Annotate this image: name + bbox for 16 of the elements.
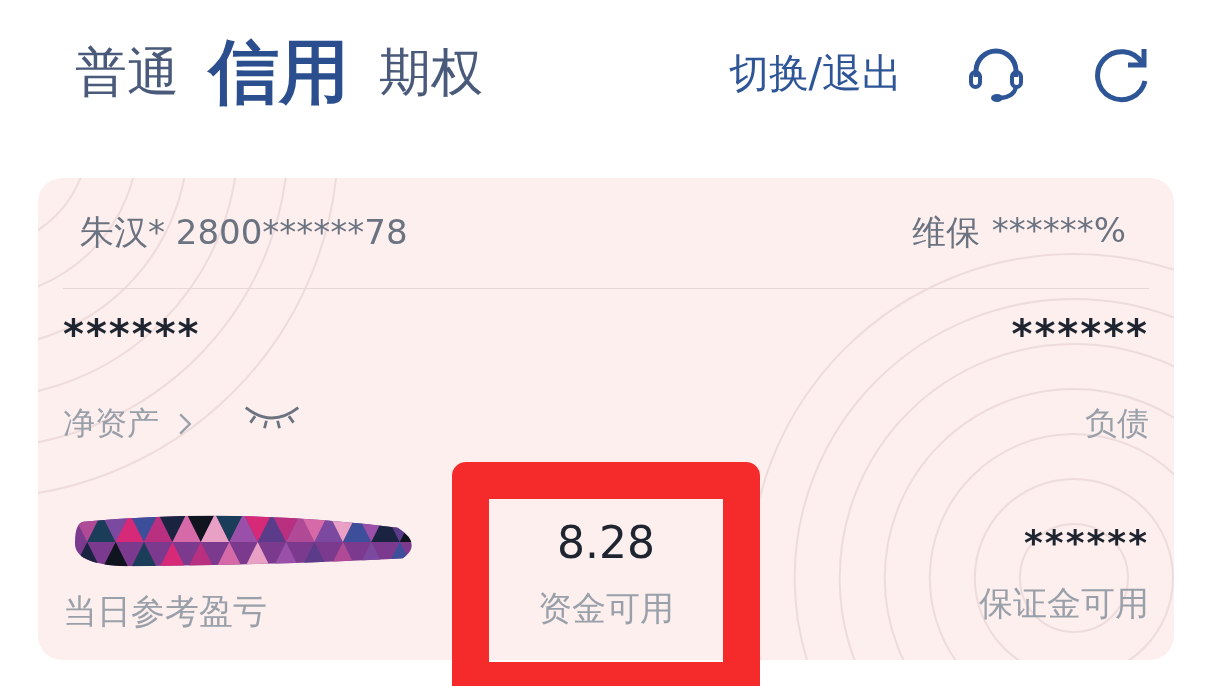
switch-logout-link[interactable]: 切换/退出 bbox=[728, 45, 902, 101]
stat-label: 资金可用 bbox=[538, 586, 674, 630]
account-number: 朱汉* 2800******78 bbox=[80, 211, 408, 254]
net-assets-value: ****** bbox=[63, 311, 201, 357]
liabilities-label: 负债 bbox=[1085, 403, 1149, 444]
stat-value: 8.28 bbox=[557, 516, 655, 568]
stat-value: ****** bbox=[1024, 521, 1149, 563]
account-type-tab[interactable]: 普通 bbox=[75, 38, 179, 108]
account-type-tab[interactable]: 期权 bbox=[379, 38, 483, 108]
account-type-tab[interactable]: 信用 bbox=[209, 26, 349, 120]
liabilities-value: ****** bbox=[1011, 311, 1149, 357]
maintenance-value: ******% bbox=[991, 210, 1126, 252]
stat-label: 保证金可用 bbox=[979, 581, 1149, 625]
maintenance-label: 维保 bbox=[911, 211, 980, 254]
stat-label: 当日参考盈亏 bbox=[63, 590, 267, 633]
chevron-right-icon bbox=[177, 411, 193, 437]
